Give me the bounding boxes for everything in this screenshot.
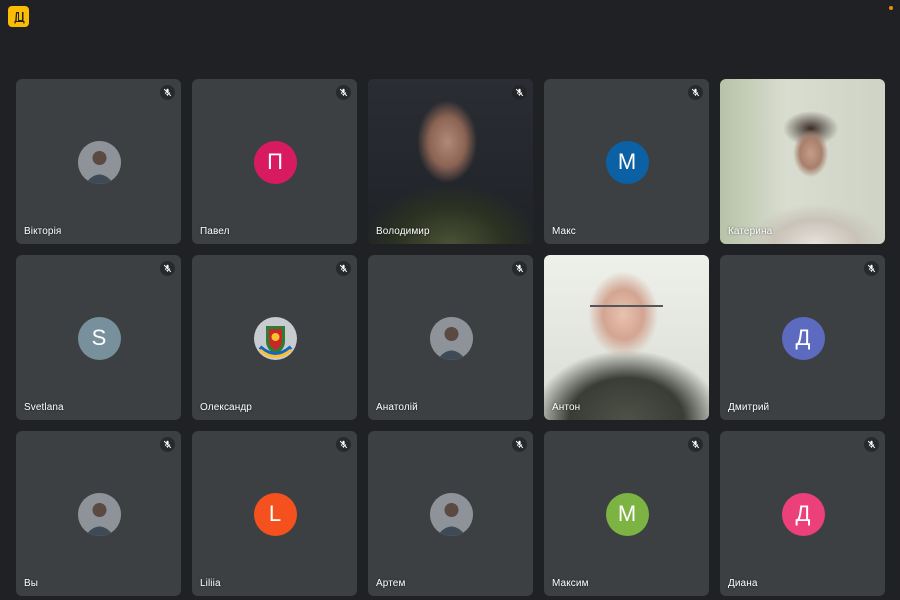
participant-video xyxy=(368,79,533,244)
mic-off-icon xyxy=(512,85,527,100)
initial-avatar: П xyxy=(253,140,297,184)
mic-off-icon xyxy=(336,85,351,100)
mic-off-icon xyxy=(864,261,879,276)
initial-avatar: М xyxy=(605,140,649,184)
mic-off-icon xyxy=(512,261,527,276)
initial-avatar: Д xyxy=(781,492,825,536)
participant-name: Володимир xyxy=(376,226,430,237)
participant-name: Олександр xyxy=(200,402,252,413)
mic-off-icon xyxy=(160,261,175,276)
participant-tile[interactable]: Д Диана xyxy=(720,431,885,596)
profile-photo-avatar xyxy=(429,492,473,536)
mic-off-icon xyxy=(864,437,879,452)
participant-video xyxy=(544,255,709,420)
participant-name: Катерина xyxy=(728,226,773,237)
participant-tile[interactable]: П Павел xyxy=(192,79,357,244)
participant-tile[interactable]: М Максим xyxy=(544,431,709,596)
participant-name: Артем xyxy=(376,578,406,589)
meet-grid-icon[interactable] xyxy=(8,6,29,27)
participant-tile[interactable]: Антон xyxy=(544,255,709,420)
participant-tile[interactable]: Анатолій xyxy=(368,255,533,420)
participant-tile[interactable]: Вы xyxy=(16,431,181,596)
participant-tile[interactable]: Д Дмитрий xyxy=(720,255,885,420)
profile-photo-avatar xyxy=(77,492,121,536)
mic-off-icon xyxy=(688,85,703,100)
initial-avatar: S xyxy=(77,316,121,360)
participant-tile[interactable]: Володимир xyxy=(368,79,533,244)
mic-off-icon xyxy=(688,437,703,452)
participant-name: Диана xyxy=(728,578,758,589)
participant-name: Дмитрий xyxy=(728,402,770,413)
initial-avatar: L xyxy=(253,492,297,536)
mic-off-icon xyxy=(512,437,527,452)
participant-tile[interactable]: М Макс xyxy=(544,79,709,244)
emblem-avatar xyxy=(253,316,297,360)
participant-tile[interactable]: Олександр xyxy=(192,255,357,420)
participant-name: Вы xyxy=(24,578,39,589)
participant-grid: Вікторія П Павел Володимир М Макс Катерина S Sve… xyxy=(16,79,885,596)
participant-tile[interactable]: L Liliia xyxy=(192,431,357,596)
participant-video xyxy=(720,79,885,244)
participant-name: Анатолій xyxy=(376,402,418,413)
participant-tile[interactable]: Вікторія xyxy=(16,79,181,244)
participant-name: Павел xyxy=(200,226,230,237)
profile-photo-avatar xyxy=(77,140,121,184)
mic-off-icon xyxy=(336,261,351,276)
initial-avatar: М xyxy=(605,492,649,536)
participant-name: Антон xyxy=(552,402,581,413)
participant-name: Максим xyxy=(552,578,589,589)
mic-off-icon xyxy=(160,85,175,100)
top-bar xyxy=(0,0,900,60)
participant-tile[interactable]: S Svetlana xyxy=(16,255,181,420)
participant-tile[interactable]: Артем xyxy=(368,431,533,596)
profile-photo-avatar xyxy=(429,316,473,360)
participant-name: Liliia xyxy=(200,578,221,589)
participant-name: Макс xyxy=(552,226,576,237)
status-dot xyxy=(889,6,893,10)
participant-name: Вікторія xyxy=(24,226,62,237)
mic-off-icon xyxy=(160,437,175,452)
participant-tile[interactable]: Катерина xyxy=(720,79,885,244)
initial-avatar: Д xyxy=(781,316,825,360)
mic-off-icon xyxy=(336,437,351,452)
participant-name: Svetlana xyxy=(24,402,64,413)
